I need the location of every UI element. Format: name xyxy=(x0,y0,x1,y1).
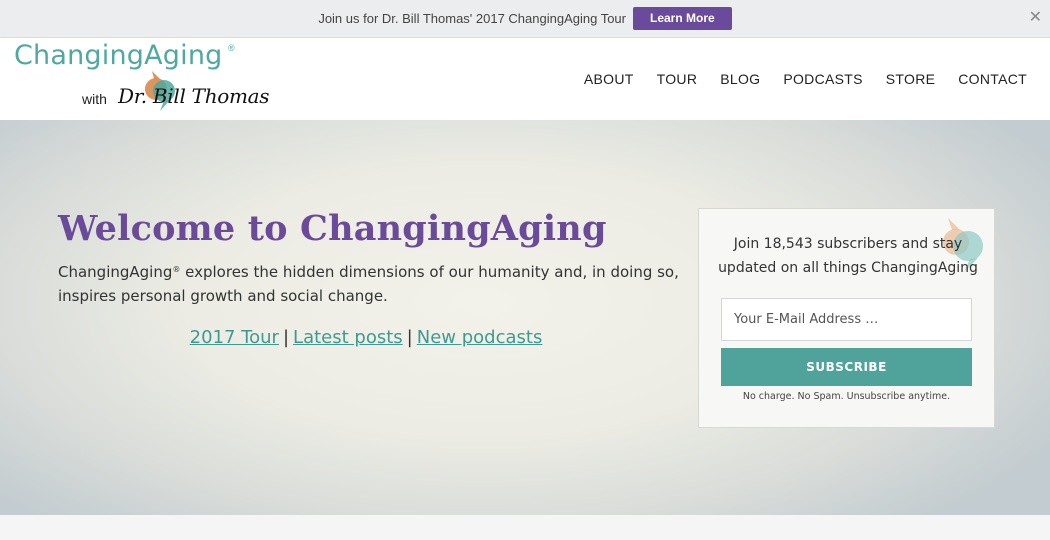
nav-blog[interactable]: BLOG xyxy=(720,71,760,87)
main-nav: ABOUT TOUR BLOG PODCASTS STORE CONTACT xyxy=(561,71,1027,87)
announcement-text: Join us for Dr. Bill Thomas' 2017 Changi… xyxy=(318,11,626,26)
site-logo[interactable]: ChangingAging ® with Dr. Bill Thomas xyxy=(14,40,284,116)
subscribe-card: Join 18,543 subscribers and stay updated… xyxy=(698,208,995,428)
subscribe-text: Join 18,543 subscribers and stay updated… xyxy=(718,236,978,276)
nav-store[interactable]: STORE xyxy=(886,71,935,87)
tour-link[interactable]: 2017 Tour xyxy=(190,327,279,348)
email-field[interactable]: Your E-Mail Address … xyxy=(721,298,972,341)
logo-author-name: Dr. Bill Thomas xyxy=(118,84,270,108)
close-icon[interactable]: ✕ xyxy=(1029,10,1042,26)
subscribe-button[interactable]: SUBSCRIBE xyxy=(721,348,972,386)
page-bottom xyxy=(0,515,1050,540)
nav-about[interactable]: ABOUT xyxy=(584,71,634,87)
nav-tour[interactable]: TOUR xyxy=(657,71,698,87)
announcement-bar: Join us for Dr. Bill Thomas' 2017 Changi… xyxy=(0,0,1050,38)
nav-contact[interactable]: CONTACT xyxy=(958,71,1027,87)
nav-podcasts[interactable]: PODCASTS xyxy=(783,71,862,87)
link-separator: | xyxy=(282,327,290,348)
new-podcasts-link[interactable]: New podcasts xyxy=(417,327,543,348)
logo-wordmark: ChangingAging xyxy=(14,40,223,71)
hero-title: Welcome to ChangingAging xyxy=(58,208,607,249)
logo-with-text: with xyxy=(82,91,107,107)
hero-section: Welcome to ChangingAging ChangingAging® … xyxy=(0,120,1050,515)
learn-more-button[interactable]: Learn More xyxy=(633,7,732,30)
hero-desc-brand: ChangingAging xyxy=(58,263,173,281)
hero-description: ChangingAging® explores the hidden dimen… xyxy=(58,258,698,308)
subscribe-note: No charge. No Spam. Unsubscribe anytime. xyxy=(742,391,951,402)
latest-posts-link[interactable]: Latest posts xyxy=(293,327,403,348)
site-header: ChangingAging ® with Dr. Bill Thomas ABO… xyxy=(0,38,1050,120)
hero-links: 2017 Tour | Latest posts | New podcasts xyxy=(58,327,674,348)
link-separator: | xyxy=(406,327,413,348)
logo-registered-mark: ® xyxy=(228,43,235,53)
